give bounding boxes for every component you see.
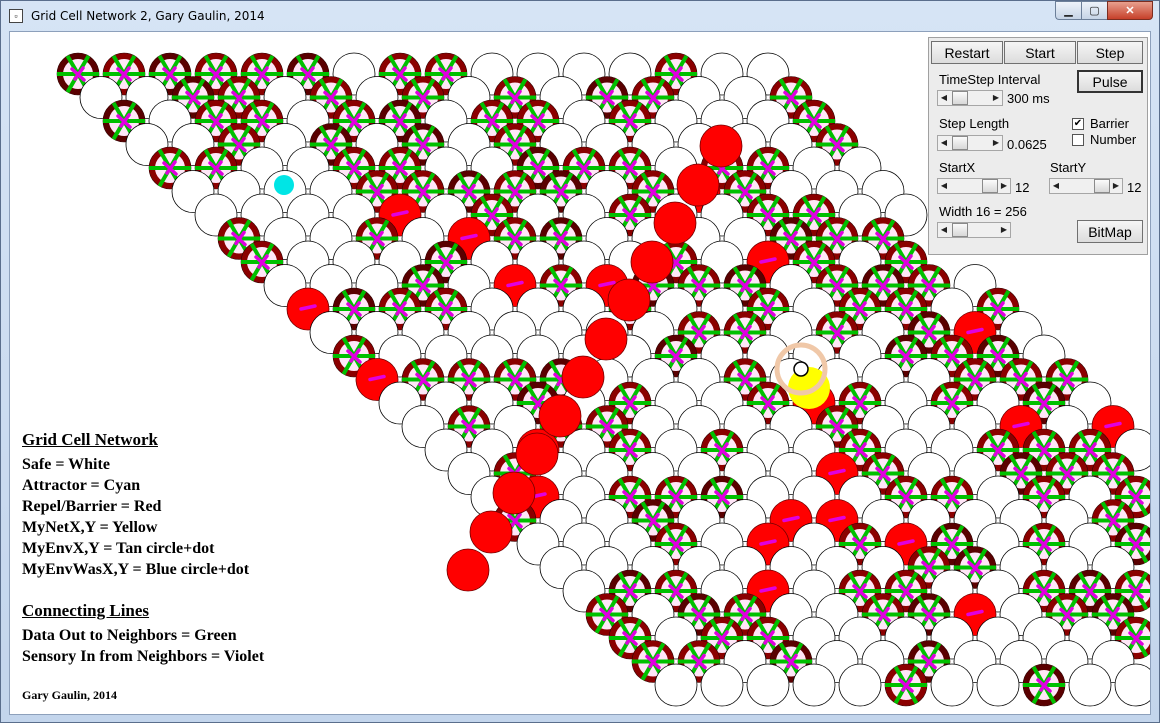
barrier-cell bbox=[515, 432, 559, 476]
barrier-label: Barrier bbox=[1090, 116, 1130, 131]
starty-label: StartY bbox=[1050, 160, 1087, 175]
maximize-button[interactable]: ▢ bbox=[1081, 1, 1107, 20]
steplength-label: Step Length bbox=[939, 116, 1010, 131]
barrier-cell bbox=[607, 278, 651, 322]
scroll-left-icon[interactable]: ◀ bbox=[938, 223, 950, 237]
timestep-label: TimeStep Interval bbox=[939, 72, 1041, 87]
barrier-checkbox[interactable]: ✔ bbox=[1072, 118, 1084, 130]
safe-cell bbox=[930, 663, 974, 707]
scroll-right-icon[interactable]: ▶ bbox=[1110, 179, 1122, 193]
scroll-right-icon[interactable]: ▶ bbox=[998, 223, 1010, 237]
startx-slider[interactable]: ◀ ▶ bbox=[937, 178, 1011, 194]
close-button[interactable]: ✕ bbox=[1107, 1, 1153, 20]
barrier-cell bbox=[653, 201, 697, 245]
safe-cell bbox=[746, 663, 790, 707]
timestep-slider[interactable]: ◀ ▶ bbox=[937, 90, 1003, 106]
number-label: Number bbox=[1090, 132, 1137, 147]
safe-cell bbox=[838, 663, 882, 707]
myenv-dot bbox=[793, 361, 809, 377]
title-bar[interactable]: ▫ Grid Cell Network 2, Gary Gaulin, 2014… bbox=[1, 1, 1159, 31]
start-button[interactable]: Start bbox=[1004, 41, 1076, 64]
steplength-slider[interactable]: ◀ ▶ bbox=[937, 135, 1003, 151]
safe-cell bbox=[1068, 663, 1112, 707]
attractor-cell bbox=[274, 175, 294, 195]
lines-legend-title: Connecting Lines bbox=[22, 601, 150, 620]
legend-item-safe: Safe = White bbox=[22, 456, 110, 473]
starty-slider[interactable]: ◀ ▶ bbox=[1049, 178, 1123, 194]
barrier-cell bbox=[538, 394, 582, 438]
minimize-button[interactable]: ▁ bbox=[1055, 1, 1081, 20]
scroll-left-icon[interactable]: ◀ bbox=[938, 136, 950, 150]
startx-value: 12 bbox=[1015, 180, 1030, 195]
slider-thumb[interactable] bbox=[952, 223, 968, 237]
window-title: Grid Cell Network 2, Gary Gaulin, 2014 bbox=[31, 9, 265, 23]
barrier-cell bbox=[492, 471, 536, 515]
window-buttons: ▁ ▢ ✕ bbox=[1055, 1, 1153, 21]
legend-item-attractor: Attractor = Cyan bbox=[22, 477, 141, 494]
credit-text: Gary Gaulin, 2014 bbox=[22, 688, 118, 702]
minimize-icon: ▁ bbox=[1064, 5, 1073, 17]
scroll-right-icon[interactable]: ▶ bbox=[998, 179, 1010, 193]
width-label: Width 16 = 256 bbox=[939, 204, 1027, 219]
control-panel: Restart Start Step TimeStep Interval Pul… bbox=[928, 37, 1148, 255]
slider-thumb[interactable] bbox=[952, 136, 968, 150]
scroll-left-icon[interactable]: ◀ bbox=[938, 91, 950, 105]
safe-cell bbox=[700, 663, 744, 707]
scroll-left-icon[interactable]: ◀ bbox=[938, 179, 950, 193]
barrier-cell bbox=[630, 240, 674, 284]
barrier-cell bbox=[699, 124, 743, 168]
scroll-right-icon[interactable]: ▶ bbox=[990, 91, 1002, 105]
steplength-value: 0.0625 bbox=[1007, 137, 1047, 152]
barrier-cell bbox=[584, 317, 628, 361]
bitmap-button[interactable]: BitMap bbox=[1077, 220, 1143, 243]
slider-thumb[interactable] bbox=[1094, 179, 1110, 193]
app-window: ▫ Grid Cell Network 2, Gary Gaulin, 2014… bbox=[0, 0, 1160, 723]
close-icon: ✕ bbox=[1125, 5, 1135, 17]
slider-thumb[interactable] bbox=[952, 91, 968, 105]
barrier-cell bbox=[446, 548, 490, 592]
number-checkbox[interactable] bbox=[1072, 134, 1084, 146]
timestep-value: 300 ms bbox=[1007, 91, 1050, 106]
lines-legend-sensory-in: Sensory In from Neighbors = Violet bbox=[22, 648, 265, 665]
legend-item-myenvwas: MyEnvWasX,Y = Blue circle+dot bbox=[22, 561, 250, 578]
barrier-cell bbox=[676, 163, 720, 207]
starty-value: 12 bbox=[1127, 180, 1142, 195]
safe-cell bbox=[654, 663, 698, 707]
startx-label: StartX bbox=[939, 160, 976, 175]
barrier-cell bbox=[561, 355, 605, 399]
check-icon: ✔ bbox=[1073, 118, 1083, 129]
width-slider[interactable]: ◀ ▶ bbox=[937, 222, 1011, 238]
legend-title: Grid Cell Network bbox=[22, 430, 158, 449]
restart-button[interactable]: Restart bbox=[931, 41, 1003, 64]
safe-cell bbox=[792, 663, 836, 707]
legend-item-mynet: MyNetX,Y = Yellow bbox=[22, 519, 158, 536]
client-area: Grid Cell Network Safe = White Attractor… bbox=[9, 31, 1151, 715]
scroll-right-icon[interactable]: ▶ bbox=[990, 136, 1002, 150]
pulse-button[interactable]: Pulse bbox=[1077, 70, 1143, 93]
lines-legend-data-out: Data Out to Neighbors = Green bbox=[22, 627, 237, 644]
app-icon[interactable]: ▫ bbox=[9, 9, 23, 23]
scroll-left-icon[interactable]: ◀ bbox=[1050, 179, 1062, 193]
legend-item-barrier: Repel/Barrier = Red bbox=[22, 498, 162, 515]
safe-cell bbox=[976, 663, 1020, 707]
step-button[interactable]: Step bbox=[1077, 41, 1143, 64]
slider-thumb[interactable] bbox=[982, 179, 998, 193]
barrier-cell bbox=[469, 510, 513, 554]
legend-item-myenv: MyEnvX,Y = Tan circle+dot bbox=[22, 540, 215, 557]
maximize-icon: ▢ bbox=[1089, 5, 1100, 17]
